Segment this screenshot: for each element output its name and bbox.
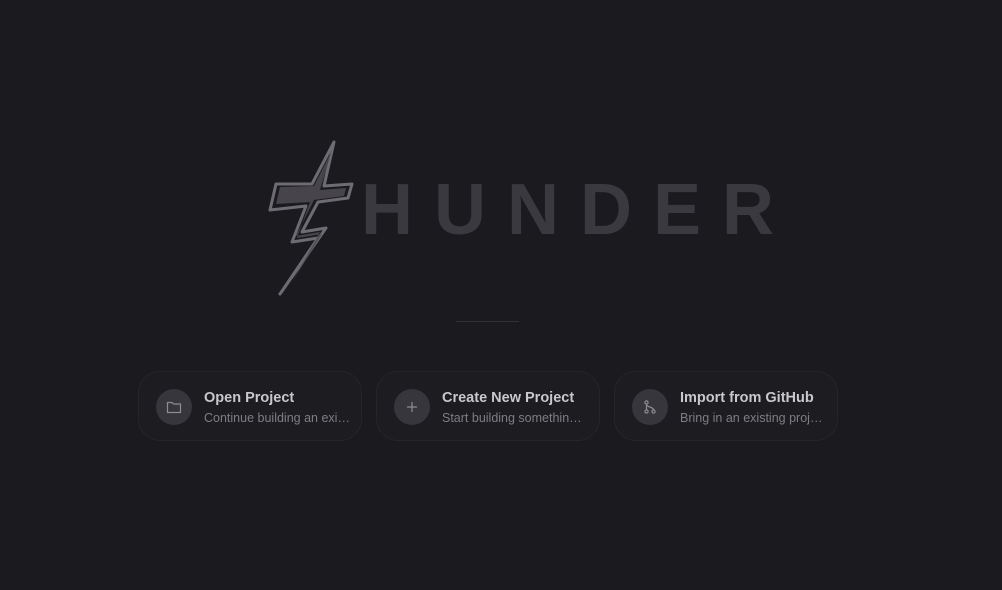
thunder-logo: HUNDER: [262, 140, 782, 300]
action-cards: Open Project Continue building an existi…: [138, 371, 840, 443]
divider: [456, 321, 519, 322]
import-from-github-subtitle: Bring in an existing project: [680, 411, 826, 425]
create-new-project-button[interactable]: Create New Project Start building someth…: [376, 371, 600, 441]
plus-icon: [394, 389, 430, 425]
import-from-github-title: Import from GitHub: [680, 390, 814, 406]
create-new-project-title: Create New Project: [442, 390, 575, 406]
create-new-project-subtitle: Start building something new: [442, 411, 588, 425]
folder-icon: [156, 389, 192, 425]
wordmark: HUNDER: [361, 170, 796, 250]
lightning-bolt-logo-icon: [268, 140, 354, 296]
git-branch-icon: [632, 389, 668, 425]
open-project-button[interactable]: Open Project Continue building an existi…: [138, 371, 362, 441]
import-from-github-button[interactable]: Import from GitHub Bring in an existing …: [614, 371, 838, 441]
open-project-title: Open Project: [204, 390, 295, 406]
welcome-screen: HUNDER Open Project Continue building an…: [0, 0, 1002, 590]
open-project-subtitle: Continue building an existing project: [204, 411, 350, 425]
